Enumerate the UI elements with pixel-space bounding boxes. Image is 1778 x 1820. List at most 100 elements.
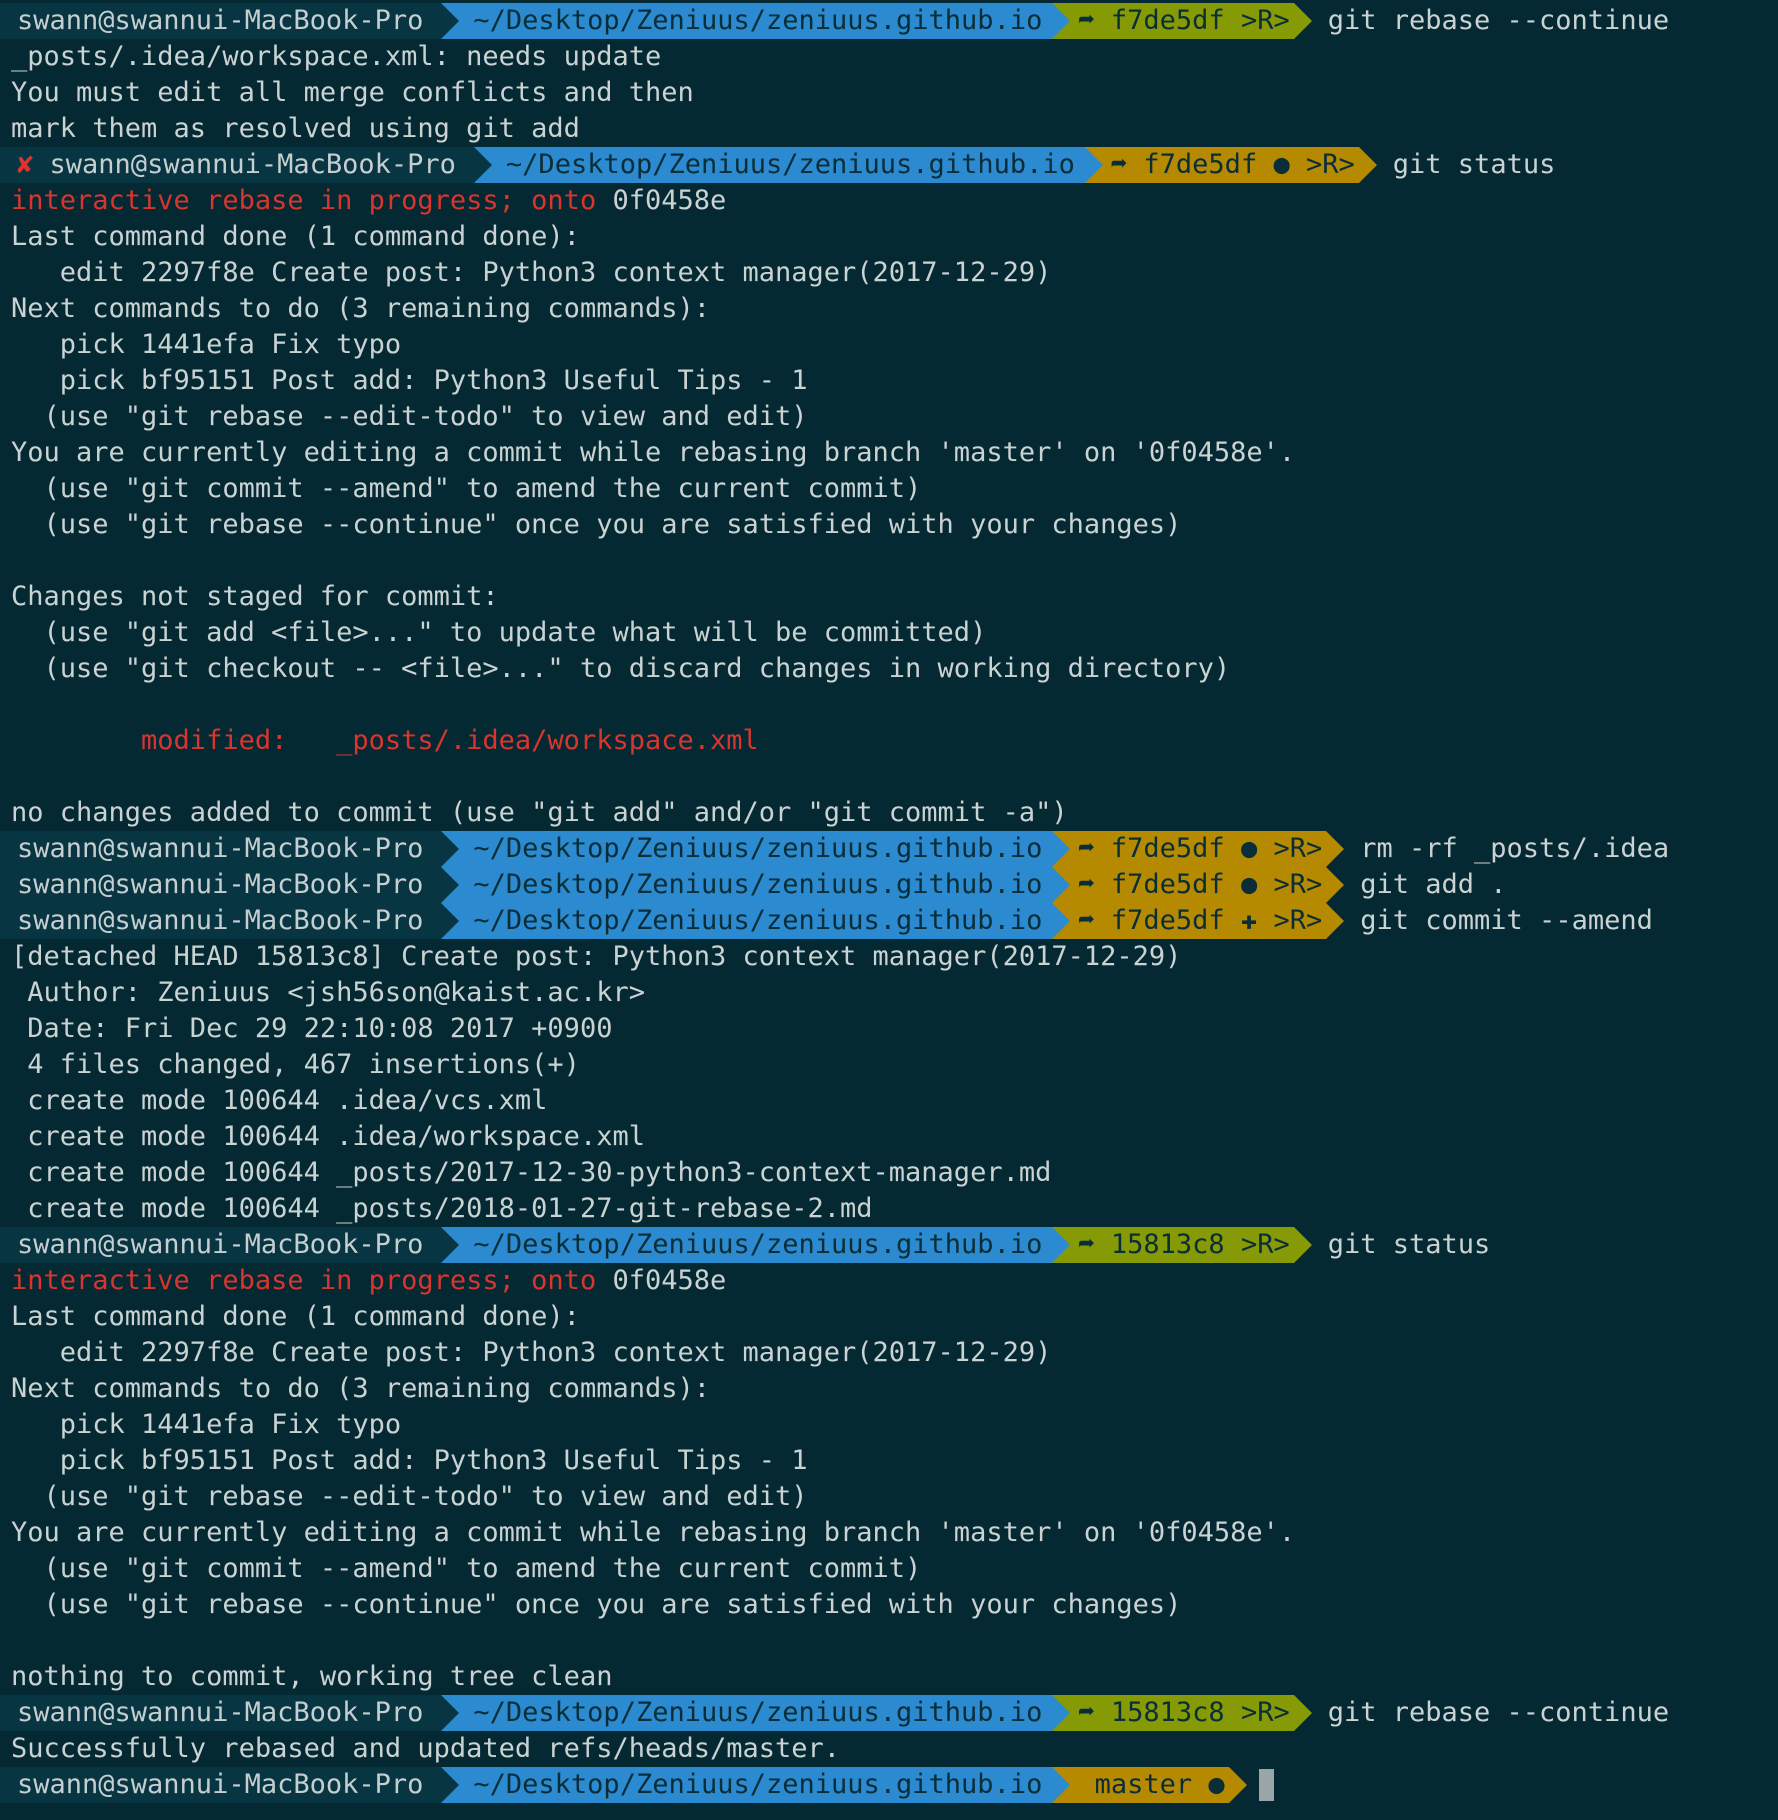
command-text: git status bbox=[1392, 149, 1556, 180]
output-line: Last command done (1 command done): bbox=[11, 1301, 580, 1332]
output-line: Next commands to do (3 remaining command… bbox=[11, 1373, 710, 1404]
prompt-directory: ~/Desktop/Zeniuus/zeniuus.github.io bbox=[459, 3, 1053, 39]
powerline-separator bbox=[1326, 867, 1345, 903]
output-line: Date: Fri Dec 29 22:10:08 2017 +0900 bbox=[11, 1013, 613, 1044]
command-text: git rebase --continue bbox=[1327, 5, 1670, 36]
detached-head-icon: ➦ bbox=[1078, 1229, 1095, 1260]
output-line: interactive rebase in progress; onto 0f0… bbox=[0, 183, 1778, 219]
prompt-commit-hash: f7de5df bbox=[1110, 833, 1225, 864]
rebase-marker: >R> bbox=[1273, 833, 1323, 864]
powerline-separator bbox=[1293, 3, 1312, 39]
output-line: Changes not staged for commit: bbox=[11, 581, 499, 612]
prompt-directory: ~/Desktop/Zeniuus/zeniuus.github.io bbox=[491, 147, 1085, 183]
prompt-commit-hash: f7de5df bbox=[1110, 869, 1225, 900]
output-line: create mode 100644 .idea/workspace.xml bbox=[11, 1121, 645, 1152]
powerline-separator bbox=[1052, 1695, 1071, 1731]
prompt-context: swann@swannui-MacBook-Pro bbox=[0, 1227, 442, 1263]
prompt-branch-name: master bbox=[1094, 1769, 1193, 1800]
command-text: git rebase --continue bbox=[1327, 1697, 1670, 1728]
powerline-separator bbox=[1228, 1767, 1247, 1803]
powerline-separator bbox=[441, 903, 460, 939]
output-line: Successfully rebased and updated refs/he… bbox=[11, 1733, 841, 1764]
powerline-separator bbox=[1052, 903, 1071, 939]
rebase-status-text: interactive rebase in progress; onto bbox=[11, 1265, 597, 1296]
output-line: edit 2297f8e Create post: Python3 contex… bbox=[11, 257, 1052, 288]
prompt-line: swann@swannui-MacBook-Pro ~/Desktop/Zeni… bbox=[0, 3, 1778, 39]
prompt-commit-hash: f7de5df bbox=[1110, 5, 1225, 36]
prompt-context: swann@swannui-MacBook-Pro bbox=[0, 831, 442, 867]
output-line: (use "git rebase --continue" once you ar… bbox=[11, 1589, 1182, 1620]
prompt-directory: ~/Desktop/Zeniuus/zeniuus.github.io bbox=[459, 831, 1053, 867]
output-line: (use "git commit --amend" to amend the c… bbox=[11, 1553, 922, 1584]
prompt-git-segment: ➦ f7de5df ● >R> bbox=[1070, 867, 1327, 903]
detached-head-icon: ➦ bbox=[1078, 5, 1095, 36]
command-text: git status bbox=[1327, 1229, 1491, 1260]
prompt-context: swann@swannui-MacBook-Pro bbox=[0, 1695, 442, 1731]
dirty-dot-icon: ● bbox=[1208, 1769, 1225, 1800]
prompt-git-segment: master ● bbox=[1070, 1767, 1229, 1803]
rebase-onto-hash: 0f0458e bbox=[596, 185, 727, 216]
powerline-separator bbox=[441, 3, 460, 39]
output-line: You are currently editing a commit while… bbox=[11, 437, 1296, 468]
prompt-commit-hash: f7de5df bbox=[1143, 149, 1258, 180]
prompt-git-segment: ➦ f7de5df ● >R> bbox=[1102, 147, 1359, 183]
rebase-onto-hash: 0f0458e bbox=[596, 1265, 727, 1296]
output-line: pick bf95151 Post add: Python3 Useful Ti… bbox=[11, 365, 808, 396]
modified-file-line: modified: _posts/.idea/workspace.xml bbox=[11, 725, 759, 756]
powerline-separator bbox=[441, 1767, 460, 1803]
output-line: (use "git rebase --edit-todo" to view an… bbox=[11, 1481, 808, 1512]
powerline-separator bbox=[1052, 1227, 1071, 1263]
powerline-separator bbox=[441, 1695, 460, 1731]
prompt-context: swann@swannui-MacBook-Pro bbox=[0, 903, 442, 939]
prompt-directory: ~/Desktop/Zeniuus/zeniuus.github.io bbox=[459, 1767, 1053, 1803]
prompt-directory: ~/Desktop/Zeniuus/zeniuus.github.io bbox=[459, 903, 1053, 939]
prompt-git-segment: ➦ 15813c8 >R> bbox=[1070, 1227, 1294, 1263]
output-line: You must edit all merge conflicts and th… bbox=[11, 77, 694, 108]
dirty-dot-icon: ● bbox=[1240, 833, 1258, 864]
output-line: You are currently editing a commit while… bbox=[11, 1517, 1296, 1548]
rebase-marker: >R> bbox=[1273, 905, 1323, 936]
output-line: mark them as resolved using git add bbox=[11, 113, 580, 144]
rebase-marker: >R> bbox=[1273, 869, 1323, 900]
output-line: 4 files changed, 467 insertions(+) bbox=[11, 1049, 580, 1080]
text-cursor[interactable] bbox=[1258, 1769, 1274, 1801]
staged-plus-icon: ✚ bbox=[1240, 905, 1258, 936]
output-line: Author: Zeniuus <jsh56son@kaist.ac.kr> bbox=[11, 977, 645, 1008]
error-status-icon: ✘ bbox=[17, 149, 34, 180]
detached-head-icon: ➦ bbox=[1078, 1697, 1095, 1728]
output-line: (use "git rebase --edit-todo" to view an… bbox=[11, 401, 808, 432]
detached-head-icon: ➦ bbox=[1078, 833, 1095, 864]
prompt-git-segment: ➦ f7de5df >R> bbox=[1070, 3, 1294, 39]
powerline-separator bbox=[441, 831, 460, 867]
prompt-git-segment: ➦ f7de5df ● >R> bbox=[1070, 831, 1327, 867]
powerline-separator bbox=[1084, 147, 1103, 183]
rebase-status-text: interactive rebase in progress; onto bbox=[11, 185, 597, 216]
output-line: create mode 100644 .idea/vcs.xml bbox=[11, 1085, 548, 1116]
command-text: git add . bbox=[1360, 869, 1507, 900]
active-prompt-line[interactable]: swann@swannui-MacBook-Pro ~/Desktop/Zeni… bbox=[0, 1767, 1778, 1803]
prompt-line: swann@swannui-MacBook-Pro ~/Desktop/Zeni… bbox=[0, 867, 1778, 903]
output-line: no changes added to commit (use "git add… bbox=[11, 797, 1068, 828]
output-line: Last command done (1 command done): bbox=[11, 221, 580, 252]
output-line: (use "git commit --amend" to amend the c… bbox=[11, 473, 922, 504]
powerline-separator bbox=[1052, 867, 1071, 903]
output-line: pick bf95151 Post add: Python3 Useful Ti… bbox=[11, 1445, 808, 1476]
output-line: create mode 100644 _posts/2018-01-27-git… bbox=[11, 1193, 873, 1224]
command-text: rm -rf _posts/.idea bbox=[1360, 833, 1670, 864]
powerline-separator bbox=[1052, 1767, 1071, 1803]
output-line: (use "git rebase --continue" once you ar… bbox=[11, 509, 1182, 540]
prompt-line: swann@swannui-MacBook-Pro ~/Desktop/Zeni… bbox=[0, 1227, 1778, 1263]
prompt-context: swann@swannui-MacBook-Pro bbox=[0, 3, 442, 39]
powerline-separator bbox=[1293, 1227, 1312, 1263]
output-line: interactive rebase in progress; onto 0f0… bbox=[0, 1263, 1778, 1299]
output-line: pick 1441efa Fix typo bbox=[11, 329, 402, 360]
terminal-window[interactable]: swann@swannui-MacBook-Pro ~/Desktop/Zeni… bbox=[0, 0, 1778, 1820]
prompt-git-segment: ➦ f7de5df ✚ >R> bbox=[1070, 903, 1327, 939]
powerline-separator bbox=[473, 147, 492, 183]
detached-head-icon: ➦ bbox=[1078, 869, 1095, 900]
prompt-line: swann@swannui-MacBook-Pro ~/Desktop/Zeni… bbox=[0, 903, 1778, 939]
rebase-marker: >R> bbox=[1306, 149, 1355, 180]
powerline-separator bbox=[441, 1227, 460, 1263]
